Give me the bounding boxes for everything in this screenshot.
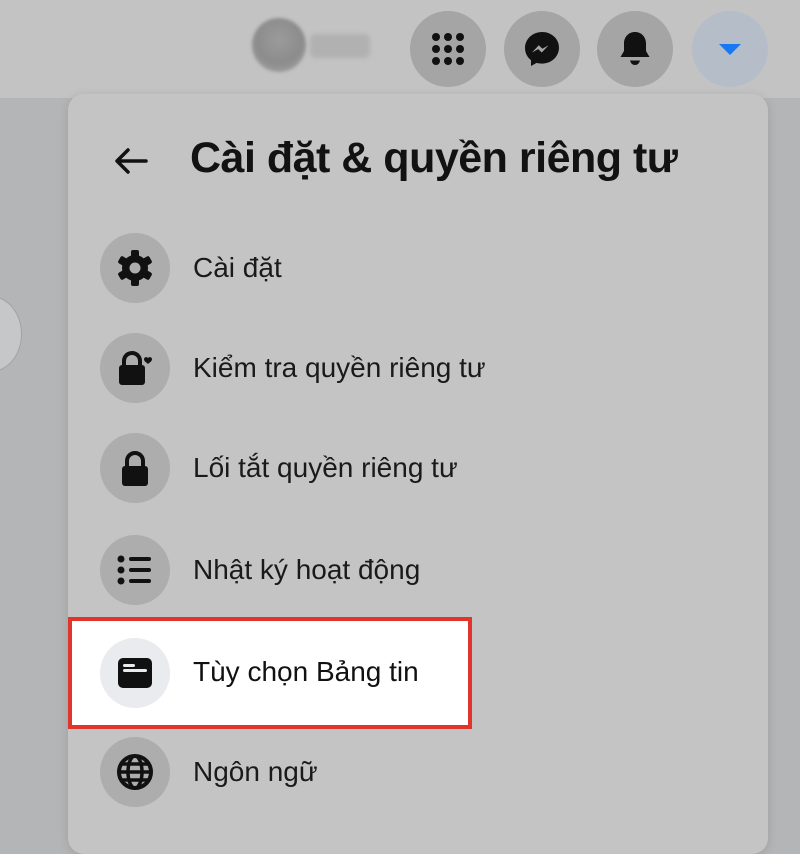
bell-icon — [620, 32, 650, 65]
menu-item-icon-circle — [100, 333, 170, 403]
arrow-left-icon — [115, 148, 148, 174]
menu-item-label: Lối tắt quyền riêng tư — [193, 452, 458, 483]
menu-item-privacy-shortcuts[interactable]: Lối tắt quyền riêng tư — [68, 418, 768, 518]
menu-title: Cài đặt & quyền riêng tư — [190, 134, 678, 182]
messenger-icon — [525, 32, 559, 66]
menu-item-icon-circle — [100, 233, 170, 303]
partial-page-button — [0, 296, 22, 372]
menu-item-icon-circle — [100, 638, 170, 708]
profile-name-blurred — [310, 34, 370, 58]
news-feed-icon — [118, 658, 152, 688]
menu-item-activity-log[interactable]: Nhật ký hoạt động — [68, 520, 768, 620]
profile-shortcut[interactable] — [252, 14, 372, 72]
menu-item-icon-circle — [100, 535, 170, 605]
avatar[interactable] — [252, 18, 306, 72]
top-navigation-bar — [0, 0, 800, 98]
back-button[interactable] — [108, 138, 154, 184]
lock-icon — [122, 451, 148, 486]
lock-heart-icon — [119, 351, 152, 385]
account-menu-button[interactable] — [692, 11, 768, 87]
menu-item-privacy-checkup[interactable]: Kiểm tra quyền riêng tư — [68, 318, 768, 418]
grid-icon — [432, 33, 464, 65]
menu-item-label: Tùy chọn Bảng tin — [193, 656, 419, 687]
caret-down-icon — [719, 44, 741, 55]
menu-item-icon-circle — [100, 737, 170, 807]
notifications-button[interactable] — [597, 11, 673, 87]
gear-icon — [118, 250, 152, 286]
menu-item-language[interactable]: Ngôn ngữ — [68, 722, 768, 822]
menu-item-settings[interactable]: Cài đặt — [68, 218, 768, 318]
menu-item-label: Ngôn ngữ — [193, 756, 318, 787]
menu-item-label: Nhật ký hoạt động — [193, 554, 421, 585]
apps-menu-button[interactable] — [410, 11, 486, 87]
globe-icon — [117, 754, 153, 790]
menu-header: Cài đặt & quyền riêng tư — [68, 94, 768, 234]
settings-privacy-menu: Cài đặt & quyền riêng tư Cài đặt Kiểm tr… — [68, 94, 768, 854]
menu-item-label: Kiểm tra quyền riêng tư — [193, 352, 486, 383]
menu-item-icon-circle — [100, 433, 170, 503]
messenger-button[interactable] — [504, 11, 580, 87]
menu-item-label: Cài đặt — [193, 252, 282, 283]
menu-item-news-feed-preferences[interactable]: Tùy chọn Bảng tin — [72, 621, 468, 725]
list-icon — [117, 555, 151, 585]
